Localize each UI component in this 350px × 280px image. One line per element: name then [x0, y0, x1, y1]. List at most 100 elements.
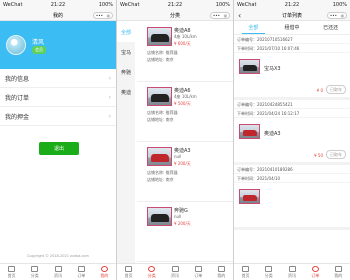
status-bar: WeChat 21:22 100% [234, 0, 350, 10]
store-address: 店铺地址: 南京 [147, 117, 174, 122]
car-name: 奥迪A3 [264, 131, 281, 137]
tab-renting[interactable]: 租借中 [273, 21, 312, 34]
page-title: 分类 [169, 12, 180, 19]
category-icon [148, 265, 156, 272]
back-icon[interactable]: ‹ [238, 11, 241, 20]
order-amount: ¥ 50 [314, 153, 323, 158]
category-icon [31, 265, 39, 272]
order-status-button[interactable]: 已取车 [326, 150, 346, 159]
orders-icon [311, 265, 319, 272]
tab-news[interactable]: 资讯 [163, 264, 186, 280]
avatar[interactable] [6, 35, 26, 55]
tab-label: 我的 [100, 272, 109, 278]
close-icon[interactable]: ◎ [341, 13, 345, 18]
user-name: 清风 [32, 39, 45, 46]
more-icon[interactable]: ••• [213, 13, 220, 18]
order-time: 下单时间：2021/04/24 16:12:17 [234, 109, 350, 118]
page-title: 我的 [52, 12, 63, 19]
more-icon[interactable]: ••• [330, 13, 337, 18]
more-icon[interactable]: ••• [96, 13, 103, 18]
store-name: 店铺名称: 推荐器 [147, 110, 178, 115]
car-spec: null [174, 214, 182, 219]
tab-label: 分类 [264, 272, 273, 278]
brand-sidebar: 全部 宝马 奔驰 奥迪 [117, 22, 135, 263]
tab-news[interactable]: 资讯 [280, 264, 303, 280]
tab-category[interactable]: 分类 [257, 264, 280, 280]
clock: 21:22 [50, 2, 66, 8]
brand-benz[interactable]: 奔驰 [117, 62, 135, 82]
tab-category[interactable]: 分类 [140, 264, 163, 280]
news-icon [171, 265, 179, 272]
profile-header: 清风 会员 [0, 21, 116, 69]
tab-mine[interactable]: 我的 [93, 264, 116, 280]
tab-home[interactable]: 首页 [234, 264, 257, 280]
tab-label: 我的 [217, 272, 226, 278]
tab-bar: 首页 分类 资讯 订单 我的 [117, 263, 233, 280]
car-card[interactable]: 奥迪A8 4座 10L/km ¥ 600/天 店铺名称: 推荐器 店铺地址: 南… [137, 22, 233, 82]
mini-program-capsule[interactable]: ••• ◎ [210, 12, 230, 19]
brand-bmw[interactable]: 宝马 [117, 42, 135, 62]
mini-program-capsule[interactable]: ••• ◎ [93, 12, 113, 19]
car-price: ¥ 500/天 [174, 101, 191, 106]
tab-orders[interactable]: 订单 [187, 264, 210, 280]
order-card[interactable]: 订单编号：20210710516627 下单时间：2021/07/10 16:0… [234, 35, 350, 100]
order-card[interactable]: 订单编号：20210410189286 下单时间：2021/04/10 [234, 165, 350, 230]
tab-label: 订单 [311, 272, 320, 278]
tab-home[interactable]: 首页 [0, 264, 23, 280]
page-title: 订单列表 [281, 12, 302, 19]
car-card[interactable]: 奔驰G null ¥ 200/天 [137, 202, 233, 262]
brand-audi[interactable]: 奥迪 [117, 82, 135, 102]
order-filter-tabs: 全部 租借中 已还还 [234, 21, 350, 35]
car-card[interactable]: 奥迪A3 null ¥ 200/天 店铺名称: 推荐器 店铺地址: 南京 [137, 142, 233, 202]
store-name: 店铺名称: 推荐器 [147, 170, 178, 175]
tab-mine[interactable]: 我的 [327, 264, 350, 280]
car-price: ¥ 200/天 [174, 221, 191, 226]
tab-bar: 首页 分类 资讯 订单 我的 [0, 263, 116, 280]
news-icon [288, 265, 296, 272]
menu-my-deposit[interactable]: 我的押金 › [0, 107, 116, 126]
user-icon [100, 265, 108, 272]
order-amount: ¥ 0 [316, 88, 323, 93]
menu-my-info[interactable]: 我的信息 › [0, 69, 116, 88]
brand-all[interactable]: 全部 [117, 22, 135, 42]
order-status-button[interactable]: 已取车 [326, 85, 346, 94]
tab-orders[interactable]: 订单 [70, 264, 93, 280]
close-icon[interactable]: ◎ [224, 13, 228, 18]
order-number: 订单编号：20210424855421 [234, 100, 350, 109]
tab-all[interactable]: 全部 [234, 21, 273, 34]
car-image [147, 27, 172, 46]
tab-label: 资讯 [54, 272, 62, 278]
copyright-text: Copyright © 2018-2021 xxdsa.com [27, 254, 89, 258]
car-image [147, 147, 172, 166]
tab-category[interactable]: 分类 [23, 264, 46, 280]
car-name: 宝马X3 [264, 66, 281, 72]
chevron-right-icon: › [108, 112, 111, 120]
menu-label: 我的信息 [5, 75, 30, 83]
menu-my-orders[interactable]: 我的订单 › [0, 88, 116, 107]
tab-bar: 首页 分类 资讯 订单 我的 [234, 263, 350, 280]
tab-label: 订单 [77, 272, 86, 278]
logout-button[interactable]: 退出 [39, 142, 79, 155]
mini-program-capsule[interactable]: ••• ◎ [327, 12, 347, 19]
close-icon[interactable]: ◎ [107, 13, 111, 18]
category-icon [265, 265, 273, 272]
car-image [147, 87, 172, 106]
tab-orders[interactable]: 订单 [304, 264, 327, 280]
tab-label: 我的 [334, 272, 343, 278]
home-icon [242, 265, 250, 272]
clock: 21:22 [284, 2, 300, 8]
order-card[interactable]: 订单编号：20210424855421 下单时间：2021/04/24 16:1… [234, 100, 350, 165]
tab-home[interactable]: 首页 [117, 264, 140, 280]
nav-bar: 我的 ••• ◎ [0, 10, 116, 21]
car-card[interactable]: 奥迪A6 4座 10L/km ¥ 500/天 店铺名称: 推荐器 店铺地址: 南… [137, 82, 233, 142]
car-spec: 4座 10L/km [174, 94, 197, 99]
tab-returned[interactable]: 已还还 [311, 21, 350, 34]
store-address: 店铺地址: 南京 [147, 177, 174, 182]
tab-news[interactable]: 资讯 [46, 264, 69, 280]
member-badge: 会员 [32, 46, 46, 54]
clock: 21:22 [167, 2, 183, 8]
tab-label: 订单 [194, 272, 203, 278]
tab-mine[interactable]: 我的 [210, 264, 233, 280]
car-name: 奔驰G [174, 208, 188, 214]
profile-screen: WeChat 21:22 100% 我的 ••• ◎ 清风 会员 我的信息 › … [0, 0, 116, 280]
